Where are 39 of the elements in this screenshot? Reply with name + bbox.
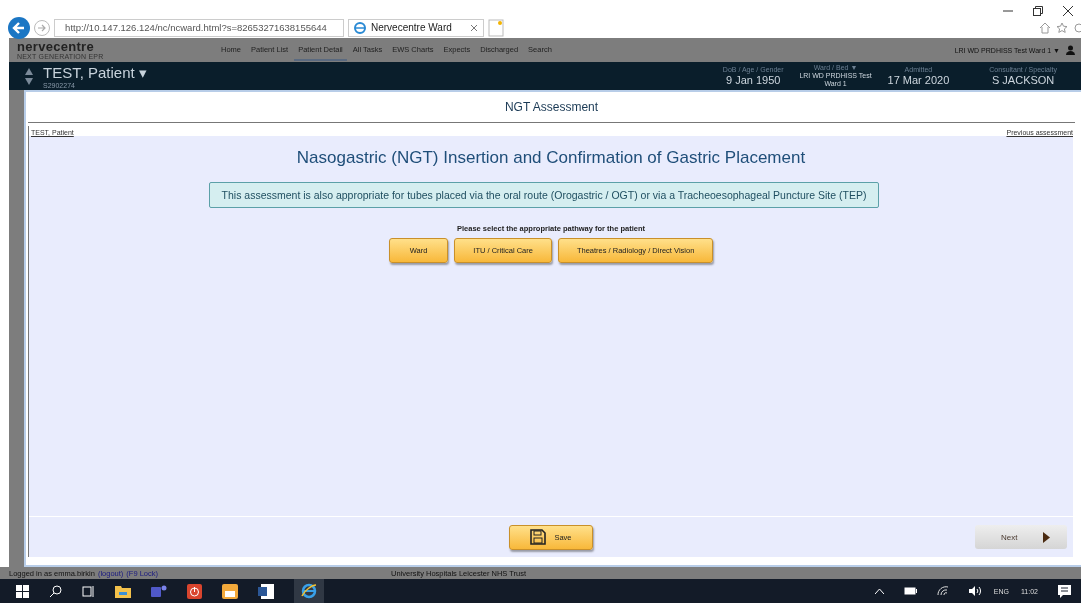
search-icon[interactable] [49, 584, 62, 598]
chevron-up-icon[interactable] [874, 588, 884, 594]
next-button[interactable]: Next [975, 525, 1067, 549]
taskbar-item[interactable] [294, 578, 324, 603]
mail-icon[interactable] [222, 583, 238, 599]
app-logo: nervecentre [17, 40, 95, 53]
wifi-icon[interactable] [936, 586, 949, 596]
restore-icon[interactable] [1033, 6, 1043, 16]
field-value: S JACKSON [991, 73, 1055, 86]
star-icon[interactable] [1056, 22, 1068, 34]
down-arrow-icon[interactable] [25, 77, 33, 85]
power-icon[interactable] [187, 583, 202, 599]
tab-title: Nervecentre Ward [371, 22, 453, 33]
back-button[interactable] [8, 16, 30, 39]
speaker-icon[interactable] [968, 586, 982, 596]
close-icon[interactable] [1063, 6, 1073, 16]
windows-start-icon[interactable] [16, 584, 29, 598]
home-icon[interactable] [1039, 22, 1051, 34]
teams-icon[interactable] [151, 584, 167, 598]
battery-icon[interactable] [903, 587, 917, 595]
dialog-title: NGT Assessment [28, 92, 1075, 123]
up-arrow-icon[interactable] [25, 67, 33, 75]
forward-arrow-icon [37, 22, 47, 33]
field-value: 9 Jan 1950 [725, 73, 781, 86]
user-icon[interactable] [1066, 45, 1075, 55]
folder-icon[interactable] [115, 584, 131, 598]
browser-icon [301, 583, 317, 599]
task-view-icon[interactable] [82, 584, 95, 598]
play-icon [1043, 531, 1051, 543]
address-field[interactable]: http://10.147.126.124/nc/ncward.html?s=82653271638155644 [54, 18, 344, 37]
browser-icon [354, 21, 366, 34]
notification-icon[interactable] [1058, 584, 1071, 598]
document-icon[interactable] [258, 583, 274, 599]
patient-name[interactable]: TEST, Patient ▾ [43, 63, 147, 82]
browser-tab[interactable]: Nervecentre Ward [348, 18, 484, 37]
form-heading: Nasogastric (NGT) Insertion and Confirmation of Gastric Placement [295, 148, 807, 168]
field-value: 17 Mar 2020 [887, 73, 950, 86]
back-arrow-icon [12, 20, 26, 35]
info-notice: This assessment is also appropriate for tubes placed via the oral route (Orogastric / OGT) or via a Tracheoesophageal Puncture Site (TEP) [208, 182, 880, 208]
